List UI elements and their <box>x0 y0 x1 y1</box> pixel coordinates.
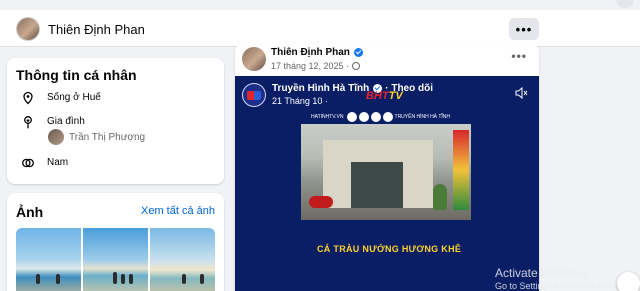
more-options-button[interactable]: ••• <box>509 18 539 40</box>
intro-card: Thông tin cá nhân Sống ở Huế Gia đình Na… <box>7 58 224 184</box>
news-image <box>301 124 471 220</box>
storefront <box>323 140 433 208</box>
shared-page-name[interactable]: Truyền Hình Hà Tĩnh <box>272 83 369 94</box>
family-heart-icon <box>24 116 32 129</box>
globe-icon <box>352 62 361 70</box>
youtube-icon <box>370 112 381 122</box>
motorbike <box>309 196 333 208</box>
profile-name[interactable]: Thiên Định Phan <box>48 22 145 37</box>
photos-title: Ảnh <box>16 204 44 220</box>
family-member[interactable]: Trần Thị Phượng <box>48 129 145 145</box>
web-icon <box>346 112 357 122</box>
floating-round-button[interactable] <box>617 272 640 291</box>
channel-logo: BHTTV <box>366 90 403 102</box>
intro-item-residence: Sống ở Huế <box>21 91 101 105</box>
shared-date: 21 Tháng 10 · <box>272 96 328 106</box>
profile-header-bar: Thiên Định Phan ••• <box>0 10 640 47</box>
shop-banner <box>453 130 469 210</box>
page-avatar[interactable] <box>242 83 266 107</box>
logo-main: BHT <box>366 90 389 102</box>
intro-item-family: Gia đình <box>21 115 85 129</box>
family-member-avatar[interactable] <box>48 129 64 145</box>
shared-video[interactable]: Truyền Hình Hà Tĩnh · Theo dõi 21 Tháng … <box>235 76 539 291</box>
top-strip <box>0 0 640 8</box>
post-timestamp[interactable]: 17 tháng 12, 2025 · <box>271 61 361 71</box>
photos-card: Ảnh Xem tất cả ảnh <box>7 193 224 291</box>
avatar[interactable] <box>16 17 40 41</box>
photo-thumbnail[interactable] <box>83 228 148 291</box>
top-right-button[interactable] <box>616 0 634 8</box>
post-author-name[interactable]: Thiên Định Phan <box>271 47 363 58</box>
post-card: Thiên Định Phan 17 tháng 12, 2025 · ••• … <box>235 43 539 291</box>
location-pin-icon <box>23 91 33 105</box>
family-member-name[interactable]: Trần Thị Phượng <box>69 132 145 143</box>
plant <box>433 184 447 210</box>
see-all-photos-link[interactable]: Xem tất cả ảnh <box>141 205 215 217</box>
post-more-button[interactable]: ••• <box>511 49 527 63</box>
shared-page-header: Truyền Hình Hà Tĩnh · Theo dõi <box>272 83 433 94</box>
gender-icon <box>22 158 34 168</box>
intro-family-text: Gia đình <box>47 116 85 127</box>
post-author-avatar[interactable] <box>242 47 266 71</box>
photo-thumbnail[interactable] <box>150 228 215 291</box>
intro-item-gender: Nam <box>21 156 68 170</box>
facebook-icon <box>358 112 369 122</box>
social-bar: HATINHTV.VN TRUYỀN HÌNH HÀ TĨNH <box>311 112 453 122</box>
intro-residence-text: Sống ở Huế <box>47 92 101 103</box>
post-date[interactable]: 17 tháng 12, 2025 · <box>271 61 349 71</box>
video-headline: CÁ TRÀU NƯỚNG HƯƠNG KHÊ <box>317 244 462 254</box>
website-text: HATINHTV.VN <box>311 114 344 120</box>
activate-windows-title: Activate Windows <box>495 266 590 280</box>
social-handle-text: TRUYỀN HÌNH HÀ TĨNH <box>394 114 450 120</box>
post-author-label[interactable]: Thiên Định Phan <box>271 47 350 58</box>
intro-gender-text: Nam <box>47 157 69 168</box>
tiktok-icon <box>382 112 393 122</box>
logo-accent: TV <box>388 90 403 102</box>
activate-windows-subtitle: Go to Settings to activate Windows. <box>495 281 638 291</box>
photo-thumbnail[interactable] <box>16 228 81 291</box>
mute-icon[interactable] <box>514 86 528 100</box>
verified-badge-icon <box>353 48 363 57</box>
intro-title: Thông tin cá nhân <box>16 67 137 83</box>
